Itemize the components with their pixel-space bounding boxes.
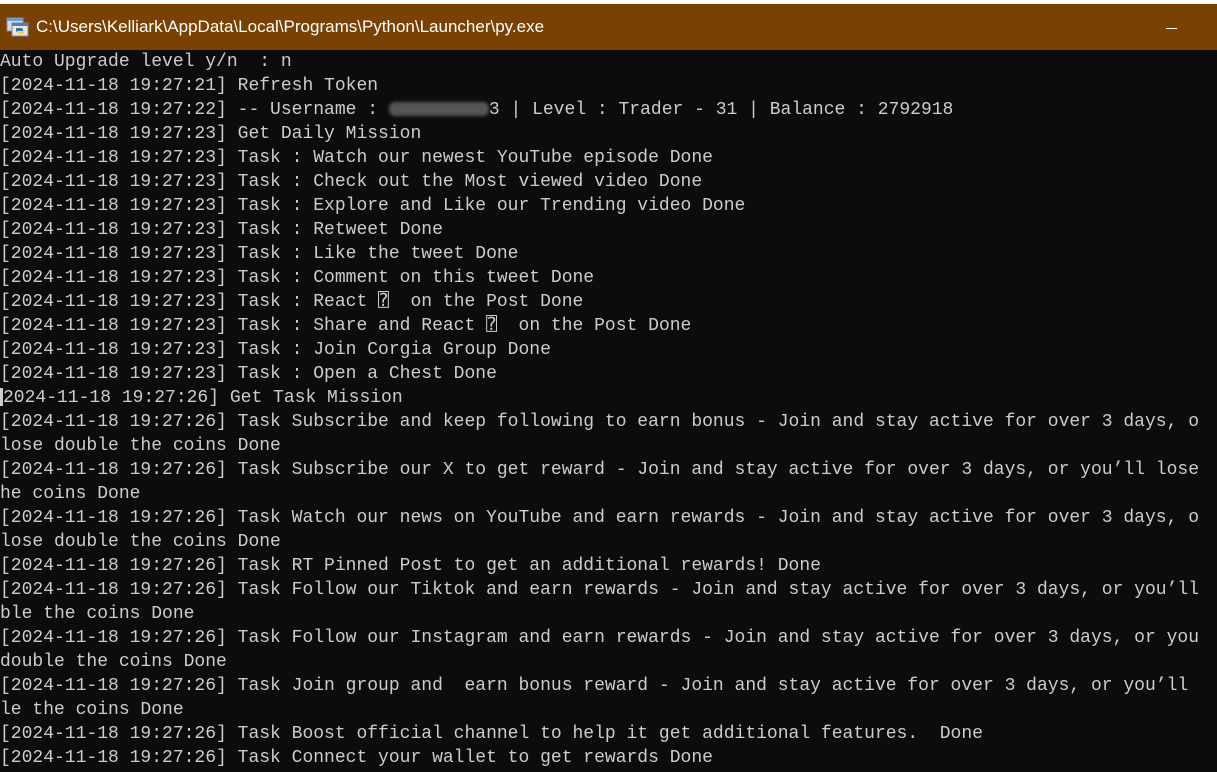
console-line: [2024-11-18 19:27:21] Refresh Token — [0, 76, 379, 96]
console-line: [2024-11-18 19:27:23] Task : Check out t… — [0, 172, 703, 192]
console-line: [2024-11-18 19:27:23] Task : Comment on … — [0, 268, 595, 288]
console-line: [2024-11-18 19:27:26] Task Follow our Ti… — [0, 580, 1199, 600]
redacted-username — [388, 102, 489, 117]
console-line-text: 2024-11-18 19:27:26] Get Task Mission — [3, 388, 403, 408]
username-details: 3 | Level : Trader - 31 | Balance : 2792… — [488, 100, 954, 120]
console-line: [2024-11-18 19:27:23] Task : React ⍰ on … — [0, 292, 584, 312]
console-line: [2024-11-18 19:27:26] Task Join group an… — [0, 676, 1189, 696]
console-line: [2024-11-18 19:27:26] Task Watch our new… — [0, 508, 1199, 528]
console-line: [2024-11-18 19:27:26] Task Subscribe and… — [0, 412, 1199, 432]
console-line: le the coins Done — [0, 700, 184, 720]
title-bar[interactable]: C:\Users\Kelliark\AppData\Local\Programs… — [0, 4, 1217, 50]
console-output[interactable]: Auto Upgrade level y/n : n [2024-11-18 1… — [0, 50, 1217, 772]
console-line-username: [2024-11-18 19:27:22] -- Username : 3 | … — [0, 98, 1217, 122]
console-line-with-cursor: 2024-11-18 19:27:26] Get Task Mission — [0, 386, 1217, 410]
console-line: [2024-11-18 19:27:23] Task : Join Corgia… — [0, 340, 551, 360]
python-launcher-icon — [6, 17, 29, 37]
console-line: [2024-11-18 19:27:23] Task : Explore and… — [0, 196, 746, 216]
console-line: [2024-11-18 19:27:23] Task : Like the tw… — [0, 244, 519, 264]
username-label: [2024-11-18 19:27:22] -- Username : — [0, 100, 379, 120]
console-line: [2024-11-18 19:27:23] Get Daily Mission — [0, 124, 422, 144]
console-line: [2024-11-18 19:27:23] Task : Open a Ches… — [0, 364, 497, 384]
console-line: [2024-11-18 19:27:26] Task Boost officia… — [0, 724, 983, 744]
console-line: [2024-11-18 19:27:26] Task Subscribe our… — [0, 460, 1199, 480]
console-line: [2024-11-18 19:27:23] Task : Watch our n… — [0, 148, 713, 168]
console-line: [2024-11-18 19:27:26] Task RT Pinned Pos… — [0, 556, 821, 576]
console-line: [2024-11-18 19:27:23] Task : Share and R… — [0, 316, 692, 336]
console-window: C:\Users\Kelliark\AppData\Local\Programs… — [0, 0, 1217, 772]
console-line: [2024-11-18 19:27:23] Task : Retweet Don… — [0, 220, 443, 240]
console-line: lose double the coins Done — [0, 532, 281, 552]
console-line: ble the coins Done — [0, 604, 195, 624]
minimize-button[interactable] — [1148, 8, 1194, 48]
console-line: he coins Done — [0, 484, 141, 504]
console-line: lose double the coins Done — [0, 436, 281, 456]
console-line: [2024-11-18 19:27:26] Task Connect your … — [0, 748, 713, 768]
minimize-icon — [1165, 27, 1177, 29]
console-line: Auto Upgrade level y/n : n — [0, 52, 292, 72]
window-title: C:\Users\Kelliark\AppData\Local\Programs… — [36, 17, 545, 36]
console-line: double the coins Done — [0, 652, 227, 672]
console-line: [2024-11-18 19:27:26] Task Follow our In… — [0, 628, 1199, 648]
